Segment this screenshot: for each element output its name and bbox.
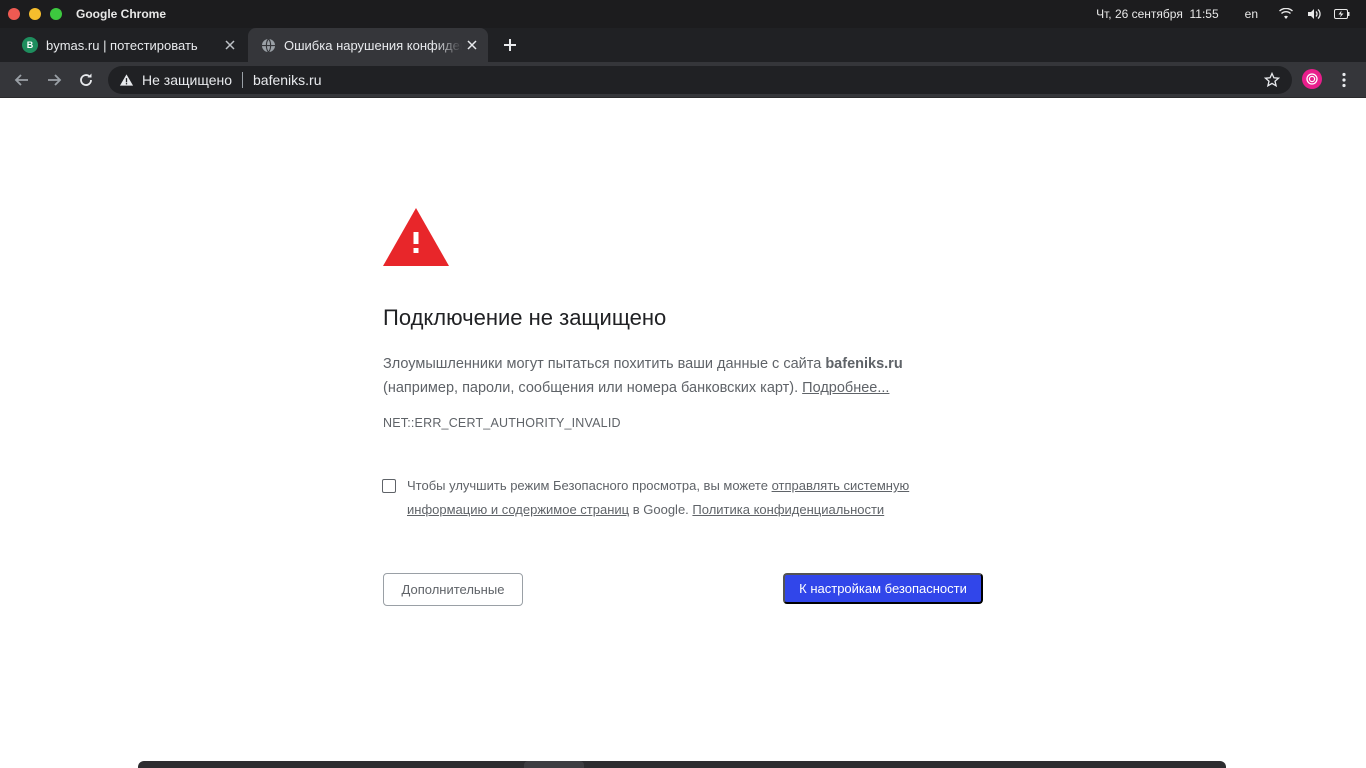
plus-icon [504,39,516,51]
kebab-menu-icon[interactable] [1334,67,1354,93]
desc-text-2: (например, пароли, сообщения или номера … [383,380,803,396]
keyboard-language[interactable]: en [1245,7,1258,21]
maximize-window-button[interactable] [50,8,62,20]
extension-icon[interactable] [1302,69,1322,89]
separator [242,72,243,88]
volume-icon[interactable] [1306,6,1322,22]
minimize-window-button[interactable] [29,8,41,20]
optin-text-2: в Google. [629,502,693,517]
window-controls [8,8,62,20]
dock [138,761,1226,768]
safe-browsing-optin-text: Чтобы улучшить режим Безопасного просмот… [407,474,967,522]
desc-text: Злоумышленники могут пытаться похитить в… [383,356,826,372]
app-name: Google Chrome [76,7,167,21]
system-tray: Чт, 26 сентября 11:55 en [1096,0,1350,28]
privacy-policy-link[interactable]: Политика конфиденциальности [692,502,884,517]
clock[interactable]: Чт, 26 сентября 11:55 [1096,7,1219,21]
warning-triangle-icon [383,208,449,266]
browser-toolbar: Не защищено bafeniks.ru [0,62,1366,98]
address-bar[interactable]: Не защищено bafeniks.ru [108,66,1292,94]
site-name: bafeniks.ru [825,356,903,372]
url-text[interactable]: bafeniks.ru [253,72,321,88]
reload-button[interactable] [72,66,100,94]
reload-icon [80,73,92,86]
safe-browsing-checkbox[interactable] [382,479,396,493]
optin-text: Чтобы улучшить режим Безопасного просмот… [407,478,772,493]
error-code[interactable]: NET::ERR_CERT_AUTHORITY_INVALID [383,416,621,430]
new-tab-button[interactable] [498,33,522,57]
warning-icon[interactable] [118,72,134,88]
tab-privacy-error[interactable]: Ошибка нарушения конфиденциальности [248,28,488,62]
close-tab-icon[interactable] [462,35,482,55]
page-content: Подключение не защищено Злоумышленники м… [0,98,1366,768]
tab-bymas[interactable]: B bymas.ru | потестировать [10,28,246,62]
battery-icon[interactable] [1334,6,1350,22]
security-status[interactable]: Не защищено [142,72,232,88]
arrow-right-icon [48,73,62,86]
globe-icon [260,37,276,53]
wifi-icon[interactable] [1278,6,1294,22]
arrow-left-icon [14,73,28,86]
learn-more-link[interactable]: Подробнее... [802,380,889,396]
tab-favicon: B [22,37,38,53]
advanced-button[interactable]: Дополнительные [383,573,523,606]
dock-handle[interactable] [524,761,584,768]
error-description: Злоумышленники могут пытаться похитить в… [383,352,943,400]
close-window-button[interactable] [8,8,20,20]
back-button[interactable] [8,66,36,94]
page-title: Подключение не защищено [383,305,667,330]
bookmark-star-icon[interactable] [1263,71,1281,88]
forward-button[interactable] [40,66,68,94]
close-tab-icon[interactable] [220,35,240,55]
back-to-safety-button[interactable]: К настройкам безопасности [783,573,983,604]
tab-title: bymas.ru | потестировать [46,37,198,53]
tab-strip: B bymas.ru | потестировать Ошибка наруше… [0,28,1366,62]
system-top-bar: Google Chrome Чт, 26 сентября 11:55 en [0,0,1366,28]
tab-title: Ошибка нарушения конфиденциальности [284,37,462,53]
